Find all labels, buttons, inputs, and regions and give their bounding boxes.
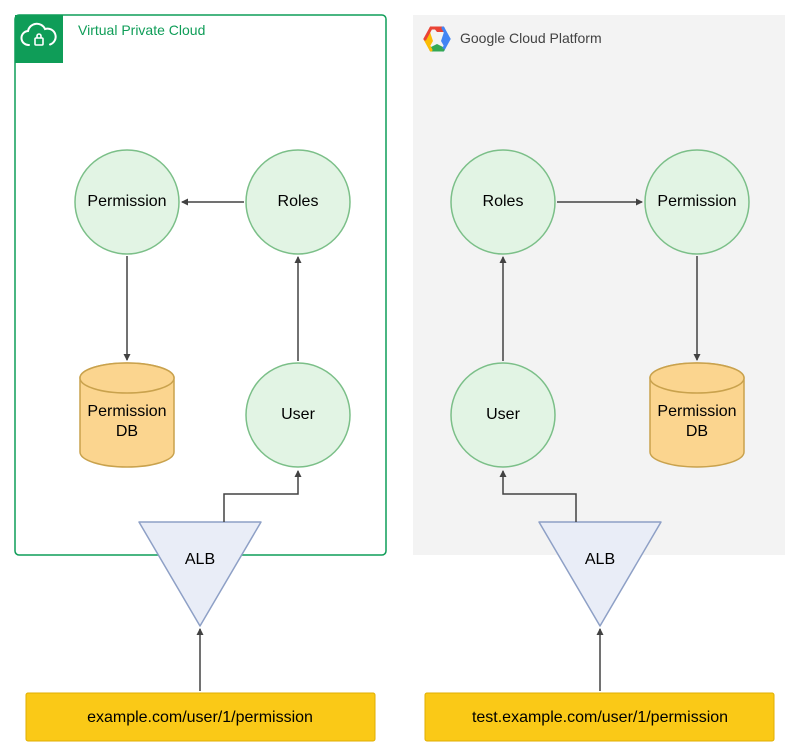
left-db-label2: DB <box>116 423 138 440</box>
right-roles-label: Roles <box>483 193 524 210</box>
vpc-header-text: Virtual Private Cloud <box>78 22 205 38</box>
right-user-label: User <box>486 406 520 423</box>
right-db-label2: DB <box>686 423 708 440</box>
left-roles-node: Roles <box>246 150 350 254</box>
architecture-diagram: Virtual Private Cloud Permission Roles U… <box>0 0 800 754</box>
gcp-container: Google Cloud Platform <box>413 15 785 555</box>
left-roles-label: Roles <box>278 193 319 210</box>
right-db-label1: Permission <box>657 403 736 420</box>
vpc-container: Virtual Private Cloud <box>15 15 386 555</box>
left-db-node: Permission DB <box>80 363 174 467</box>
left-user-node: User <box>246 363 350 467</box>
right-roles-node: Roles <box>451 150 555 254</box>
left-permission-node: Permission <box>75 150 179 254</box>
left-url-box: example.com/user/1/permission <box>26 693 375 741</box>
right-alb-node: ALB <box>539 522 661 626</box>
left-url-text: example.com/user/1/permission <box>87 709 313 726</box>
left-alb-node: ALB <box>139 522 261 626</box>
gcp-header-text: Google Cloud Platform <box>460 30 602 46</box>
left-arrow-alb-user <box>224 471 298 522</box>
right-url-text: test.example.com/user/1/permission <box>472 709 728 726</box>
right-user-node: User <box>451 363 555 467</box>
right-db-node: Permission DB <box>650 363 744 467</box>
left-permission-label: Permission <box>87 193 166 210</box>
left-alb-label: ALB <box>185 551 215 568</box>
right-permission-label: Permission <box>657 193 736 210</box>
left-db-label1: Permission <box>87 403 166 420</box>
right-alb-label: ALB <box>585 551 615 568</box>
right-permission-node: Permission <box>645 150 749 254</box>
left-user-label: User <box>281 406 315 423</box>
right-url-box: test.example.com/user/1/permission <box>425 693 774 741</box>
